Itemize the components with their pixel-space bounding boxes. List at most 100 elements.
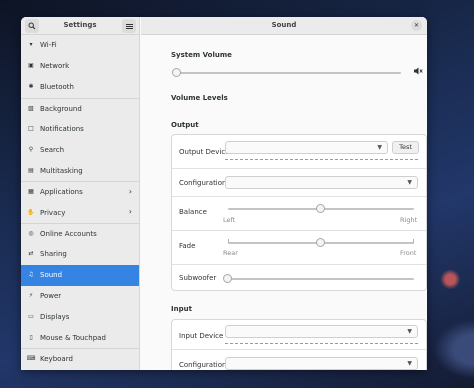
bluetooth-icon: ✱ [28, 83, 34, 91]
output-configuration-label: Configuration [179, 179, 227, 187]
fade-front-label: Front [400, 249, 417, 257]
displays-icon: ▭ [28, 313, 34, 321]
sidebar-item-label: Sharing [40, 250, 67, 259]
test-button[interactable]: Test [392, 141, 419, 154]
balance-handle[interactable] [316, 204, 325, 213]
sidebar-item-label: Displays [40, 313, 70, 322]
output-configuration-row: Configuration ▼ [172, 169, 426, 197]
speaker-icon[interactable] [414, 67, 423, 77]
sidebar-item-mouse-touchpad[interactable]: ▯ Mouse & Touchpad [21, 327, 139, 348]
sidebar-item-network[interactable]: ▣ Network [21, 56, 139, 77]
input-device-label: Input Device [179, 332, 224, 340]
sidebar-item-label: Mouse & Touchpad [40, 333, 106, 342]
volume-levels-title[interactable]: Volume Levels [171, 94, 228, 102]
input-configuration-dropdown[interactable]: ▼ [225, 357, 418, 370]
sidebar-item-wi-fi[interactable]: ▾ Wi-Fi [21, 35, 139, 56]
multitasking-icon: ▤ [28, 166, 34, 174]
sidebar-item-power[interactable]: ⚡ Power [21, 286, 139, 307]
subwoofer-handle[interactable] [223, 274, 232, 283]
close-icon: ✕ [413, 22, 420, 29]
fade-rear-label: Rear [223, 249, 238, 257]
background-icon: ▧ [28, 104, 34, 112]
main-header: Sound ✕ [141, 17, 427, 35]
sidebar-item-label: Wi-Fi [40, 41, 57, 50]
system-volume-slider[interactable] [172, 68, 401, 77]
balance-label: Balance [179, 208, 207, 216]
fade-slider[interactable] [228, 238, 414, 247]
sidebar-item-background[interactable]: ▧ Background [21, 97, 139, 119]
search-icon: ⚲ [28, 145, 34, 153]
sidebar-item-sound[interactable]: ♫ Sound [21, 264, 139, 286]
output-device-dropdown[interactable]: ▼ [225, 141, 388, 154]
sidebar-item-privacy[interactable]: ✋ Privacy › [21, 202, 139, 223]
system-volume-handle[interactable] [172, 68, 181, 77]
input-device-dropdown[interactable]: ▼ [225, 325, 418, 338]
output-title: Output [171, 121, 199, 129]
fade-handle[interactable] [316, 238, 325, 247]
chevron-down-icon: ▼ [407, 328, 412, 335]
sidebar-item-label: Background [40, 104, 82, 113]
sidebar-item-online-accounts[interactable]: ◎ Online Accounts [21, 223, 139, 244]
sidebar: Settings ▾ Wi-Fi ▣ Network ✱ Bluetooth ▧ Backgr… [21, 17, 140, 370]
sidebar-item-label: Multitasking [40, 166, 83, 175]
sidebar-item-bluetooth[interactable]: ✱ Bluetooth [21, 77, 139, 98]
sidebar-item-label: Bluetooth [40, 83, 74, 92]
sidebar-item-label: Privacy [40, 208, 66, 217]
subwoofer-row: Subwoofer [172, 265, 426, 292]
sidebar-item-label: Keyboard [40, 355, 73, 364]
privacy-icon: ✋ [27, 208, 35, 216]
input-configuration-row: Configuration ▼ [172, 350, 426, 370]
fade-tick-end [413, 239, 414, 243]
sidebar-header: Settings [21, 17, 139, 35]
balance-left-label: Left [223, 216, 236, 224]
balance-row: Balance Left Right [172, 197, 426, 231]
input-device-row: Input Device ▼ [172, 320, 426, 350]
input-configuration-label: Configuration [179, 361, 227, 369]
sidebar-item-label: Network [40, 62, 70, 71]
sidebar-item-sharing[interactable]: ⇄ Sharing [21, 244, 139, 265]
sidebar-item-label: Power [40, 292, 62, 301]
online-accounts-icon: ◎ [28, 229, 34, 237]
sidebar-item-multitasking[interactable]: ▤ Multitasking [21, 160, 139, 181]
fade-row: Fade Rear Front [172, 231, 426, 265]
network-icon: ▣ [28, 62, 34, 70]
applications-icon: ▦ [28, 188, 34, 196]
wifi-icon: ▾ [29, 41, 33, 49]
sidebar-item-notifications[interactable]: □ Notifications [21, 119, 139, 140]
subwoofer-slider[interactable] [223, 274, 414, 283]
output-configuration-dropdown[interactable]: ▼ [225, 176, 418, 189]
notifications-icon: □ [28, 125, 34, 132]
chevron-down-icon: ▼ [407, 360, 412, 367]
output-card: Output Device ▼ Test Configuration ▼ Bal… [171, 134, 427, 291]
keyboard-icon: ⌨ [26, 355, 36, 363]
power-icon: ⚡ [28, 292, 34, 300]
sidebar-item-search[interactable]: ⚲ Search [21, 139, 139, 160]
subwoofer-label: Subwoofer [179, 274, 217, 282]
sound-panel: Sound ✕ System Volume Volume Levels Outp… [141, 17, 427, 370]
menu-button[interactable] [122, 19, 136, 33]
sound-icon: ♫ [28, 271, 34, 279]
page-title: Sound [271, 21, 297, 29]
system-volume-title: System Volume [171, 51, 232, 59]
balance-slider[interactable] [228, 204, 414, 213]
chevron-down-icon: ▼ [377, 144, 382, 151]
chevron-right-icon: › [128, 207, 132, 217]
sidebar-nav: ▾ Wi-Fi ▣ Network ✱ Bluetooth ▧ Background □ Noti… [21, 35, 139, 369]
sidebar-item-label: Applications [40, 188, 83, 197]
mouse-icon: ▯ [29, 333, 33, 341]
input-card: Input Device ▼ Configuration ▼ [171, 319, 427, 370]
balance-right-label: Right [400, 216, 418, 224]
sidebar-item-keyboard[interactable]: ⌨ Keyboard [21, 348, 139, 369]
sidebar-item-label: Sound [40, 271, 63, 280]
sharing-icon: ⇄ [28, 250, 34, 258]
fade-tick-start [228, 239, 229, 243]
chevron-right-icon: › [128, 187, 132, 197]
sidebar-item-label: Notifications [40, 125, 84, 133]
settings-window: Settings ▾ Wi-Fi ▣ Network ✱ Bluetooth ▧ Backgr… [21, 17, 427, 370]
sidebar-item-applications[interactable]: ▦ Applications › [21, 181, 139, 202]
input-device-separator [225, 343, 418, 344]
fade-label: Fade [179, 242, 196, 250]
sidebar-item-displays[interactable]: ▭ Displays [21, 307, 139, 328]
close-button[interactable]: ✕ [411, 20, 422, 31]
output-device-label: Output Device [179, 148, 230, 156]
